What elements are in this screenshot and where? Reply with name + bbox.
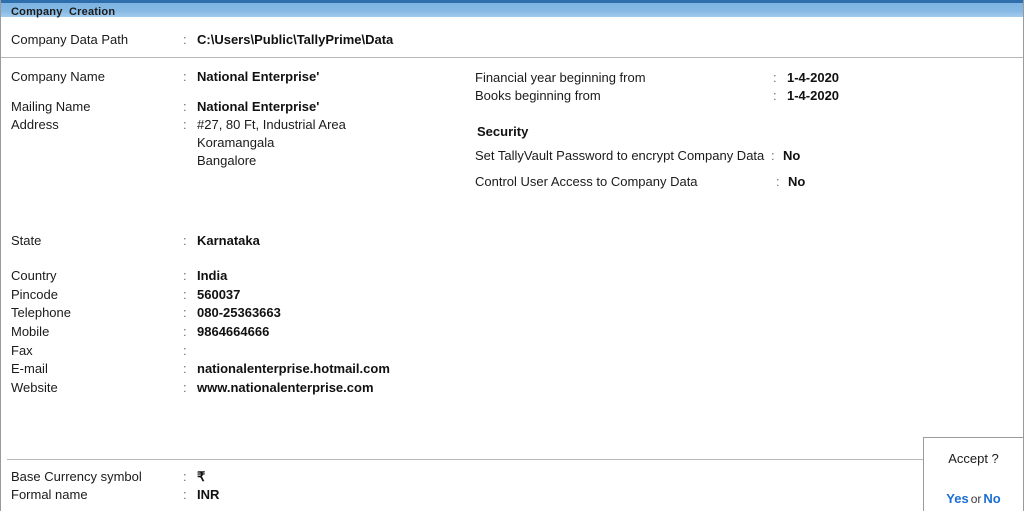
pincode-separator: : xyxy=(183,287,187,302)
accept-dialog-title: Accept ? xyxy=(948,451,999,466)
window-titlebar: Company Creation xyxy=(1,0,1023,18)
mailing-name-value: National Enterprise' xyxy=(197,99,320,114)
country-separator: : xyxy=(183,268,187,283)
company-data-path-label: Company Data Path xyxy=(11,32,129,47)
country-label: Country xyxy=(11,268,57,283)
address-label: Address xyxy=(11,117,59,132)
state-separator: : xyxy=(183,233,187,248)
mobile-value: 9864664666 xyxy=(197,324,270,339)
fax-separator: : xyxy=(183,343,187,358)
security-section-heading: Security xyxy=(477,124,529,139)
user-access-label: Control User Access to Company Data xyxy=(475,174,698,189)
user-access-value: No xyxy=(788,174,806,189)
footer-divider xyxy=(7,459,923,460)
tallyvault-password-label: Set TallyVault Password to encrypt Compa… xyxy=(475,148,765,163)
base-currency-symbol-value: ₹ xyxy=(197,469,206,484)
company-data-path-separator: : xyxy=(183,32,187,47)
accept-or-text: or xyxy=(970,492,982,506)
books-beginning-separator: : xyxy=(773,88,777,103)
books-beginning-value: 1-4-2020 xyxy=(787,88,840,103)
mobile-separator: : xyxy=(183,324,187,339)
state-value: Karnataka xyxy=(197,233,260,248)
telephone-value: 080-25363663 xyxy=(197,305,281,320)
country-value: India xyxy=(197,268,228,283)
address-line-2: Koramangala xyxy=(197,135,275,150)
tallyvault-password-separator: : xyxy=(771,148,775,163)
state-label: State xyxy=(11,233,42,248)
accept-dialog-actions: Yes or No xyxy=(924,491,1023,506)
mobile-label: Mobile xyxy=(11,324,50,339)
telephone-label: Telephone xyxy=(11,305,71,320)
mailing-name-separator: : xyxy=(183,99,187,114)
accept-no-button[interactable]: No xyxy=(983,491,1000,506)
email-label: E-mail xyxy=(11,361,48,376)
website-separator: : xyxy=(183,380,187,395)
books-beginning-label: Books beginning from xyxy=(475,88,601,103)
user-access-separator: : xyxy=(776,174,780,189)
company-name-separator: : xyxy=(183,69,187,84)
website-label: Website xyxy=(11,380,58,395)
formal-name-value: INR xyxy=(197,487,220,502)
pincode-value: 560037 xyxy=(197,287,241,302)
company-name-label: Company Name xyxy=(11,69,105,84)
tallyvault-password-value: No xyxy=(783,148,801,163)
company-name-value: National Enterprise' xyxy=(197,69,320,84)
formal-name-label: Formal name xyxy=(11,487,88,502)
financial-year-label: Financial year beginning from xyxy=(475,70,646,85)
base-currency-symbol-label: Base Currency symbol xyxy=(11,469,142,484)
email-value: nationalenterprise.hotmail.com xyxy=(197,361,390,376)
accept-yes-button[interactable]: Yes xyxy=(946,491,968,506)
pincode-label: Pincode xyxy=(11,287,58,302)
telephone-separator: : xyxy=(183,305,187,320)
company-data-path-value: C:\Users\Public\TallyPrime\Data xyxy=(197,32,394,47)
mailing-name-label: Mailing Name xyxy=(11,99,91,114)
accept-confirmation-dialog: Accept ? Yes or No xyxy=(923,437,1023,511)
financial-year-separator: : xyxy=(773,70,777,85)
website-value: www.nationalenterprise.com xyxy=(197,380,374,395)
address-line-3: Bangalore xyxy=(197,153,257,168)
company-creation-screen: Company Creation Company Data Path : C:\… xyxy=(0,0,1024,511)
formal-name-separator: : xyxy=(183,487,187,502)
base-currency-symbol-separator: : xyxy=(183,469,187,484)
financial-year-value: 1-4-2020 xyxy=(787,70,840,85)
fax-label: Fax xyxy=(11,343,33,358)
address-line-1: #27, 80 Ft, Industrial Area xyxy=(197,117,346,132)
window-title: Company Creation xyxy=(11,6,116,18)
email-separator: : xyxy=(183,361,187,376)
header-divider xyxy=(1,57,1023,58)
address-separator: : xyxy=(183,117,187,132)
